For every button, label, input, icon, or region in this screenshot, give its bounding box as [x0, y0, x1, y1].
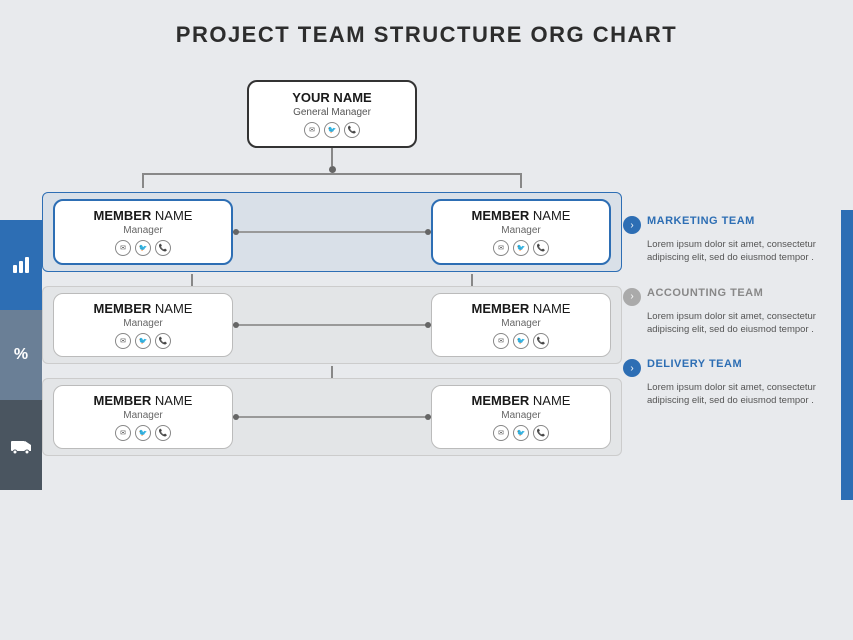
twitter-icon-2l: 🐦: [135, 333, 151, 349]
email-icon-3l: ✉: [115, 425, 131, 441]
delivery-team-desc: Lorem ipsum dolor sit amet, consectetur …: [623, 381, 833, 408]
team-delivery: › DELIVERY TEAM Lorem ipsum dolor sit am…: [623, 358, 833, 408]
accounting-team-desc: Lorem ipsum dolor sit amet, consectetur …: [623, 310, 833, 337]
member-1-right-role: Manager: [443, 225, 599, 236]
phone-icon-2l: 📞: [155, 333, 171, 349]
branch-right-v: [520, 173, 522, 188]
member-3-right-role: Manager: [442, 410, 600, 421]
org-row-1: MEMBER NAME Manager ✉ 🐦 📞 MEMBER NAME Ma…: [42, 192, 622, 272]
top-node-name: YOUR NAME: [261, 90, 403, 105]
h-connector-1: [233, 231, 431, 233]
email-icon-1r: ✉: [493, 240, 509, 256]
member-2-left-role: Manager: [64, 318, 222, 329]
v-line-right-1-2: [471, 274, 473, 286]
org-row-3: MEMBER NAME Manager ✉ 🐦 📞 MEMBER NAME Ma…: [42, 378, 622, 456]
member-node-1-right: MEMBER NAME Manager ✉ 🐦 📞: [431, 199, 611, 265]
top-v-line: [331, 148, 333, 166]
v-line-left-1-2: [191, 274, 193, 286]
member-3-right-name: MEMBER NAME: [442, 393, 600, 408]
chart-container: YOUR NAME General Manager ✉ 🐦 📞: [42, 80, 622, 458]
percent-symbol: %: [14, 346, 28, 364]
twitter-icon-1l: 🐦: [135, 240, 151, 256]
twitter-icon-1r: 🐦: [513, 240, 529, 256]
member-1-right-name: MEMBER NAME: [443, 208, 599, 223]
email-icon-1l: ✉: [115, 240, 131, 256]
h-connector-3: [233, 416, 431, 418]
sidebar-icon-chart: [0, 220, 42, 310]
sidebar-icon-delivery: [0, 400, 42, 490]
phone-icon: 📞: [344, 122, 360, 138]
email-icon-2r: ✉: [493, 333, 509, 349]
member-node-1-left: MEMBER NAME Manager ✉ 🐦 📞: [53, 199, 233, 265]
h-connector-2: [233, 324, 431, 326]
team-marketing-header: › MARKETING TEAM: [623, 215, 833, 234]
member-2-right-icons: ✉ 🐦 📞: [442, 333, 600, 349]
top-h-branch: [142, 173, 522, 188]
team-delivery-header: › DELIVERY TEAM: [623, 358, 833, 377]
twitter-icon-2r: 🐦: [513, 333, 529, 349]
member-3-left-role: Manager: [64, 410, 222, 421]
member-node-2-right: MEMBER NAME Manager ✉ 🐦 📞: [431, 293, 611, 357]
top-node-icons: ✉ 🐦 📞: [261, 122, 403, 138]
v-connector-1-2: [42, 274, 622, 286]
delivery-team-name: DELIVERY TEAM: [647, 358, 742, 370]
org-row-2: MEMBER NAME Manager ✉ 🐦 📞 MEMBER NAME Ma…: [42, 286, 622, 364]
org-row-1-content: MEMBER NAME Manager ✉ 🐦 📞 MEMBER NAME Ma…: [53, 199, 611, 265]
member-node-3-left: MEMBER NAME Manager ✉ 🐦 📞: [53, 385, 233, 449]
v-line-left-2-3: [331, 366, 333, 378]
member-2-right-role: Manager: [442, 318, 600, 329]
twitter-icon: 🐦: [324, 122, 340, 138]
member-3-left-icons: ✉ 🐦 📞: [64, 425, 222, 441]
phone-icon-3r: 📞: [533, 425, 549, 441]
member-1-left-icons: ✉ 🐦 📞: [65, 240, 221, 256]
org-row-3-content: MEMBER NAME Manager ✉ 🐦 📞 MEMBER NAME Ma…: [53, 385, 611, 449]
team-marketing: › MARKETING TEAM Lorem ipsum dolor sit a…: [623, 215, 833, 265]
top-node-role: General Manager: [261, 107, 403, 118]
phone-icon-3l: 📞: [155, 425, 171, 441]
team-accounting-header: › ACCOUNTING TEAM: [623, 287, 833, 306]
twitter-icon-3r: 🐦: [513, 425, 529, 441]
phone-icon-2r: 📞: [533, 333, 549, 349]
branch-right: [520, 173, 522, 188]
org-row-2-content: MEMBER NAME Manager ✉ 🐦 📞 MEMBER NAME Ma…: [53, 293, 611, 357]
top-section: YOUR NAME General Manager ✉ 🐦 📞: [142, 80, 522, 188]
org-rows: MEMBER NAME Manager ✉ 🐦 📞 MEMBER NAME Ma…: [42, 192, 622, 458]
page-title: PROJECT TEAM STRUCTURE ORG CHART: [0, 0, 853, 58]
member-node-2-left: MEMBER NAME Manager ✉ 🐦 📞: [53, 293, 233, 357]
sidebar-icon-percent: %: [0, 310, 42, 400]
phone-icon-1r: 📞: [533, 240, 549, 256]
twitter-icon-3l: 🐦: [135, 425, 151, 441]
top-branch-dot: [329, 166, 336, 173]
member-node-3-right: MEMBER NAME Manager ✉ 🐦 📞: [431, 385, 611, 449]
delivery-arrow-icon: ›: [623, 359, 641, 377]
email-icon-3r: ✉: [493, 425, 509, 441]
email-icon-2l: ✉: [115, 333, 131, 349]
branch-left: [142, 173, 144, 188]
left-sidebar: %: [0, 220, 42, 490]
branch-left-v: [142, 173, 144, 188]
phone-icon-1l: 📞: [155, 240, 171, 256]
right-panel: › MARKETING TEAM Lorem ipsum dolor sit a…: [623, 215, 833, 430]
member-3-left-name: MEMBER NAME: [64, 393, 222, 408]
marketing-team-desc: Lorem ipsum dolor sit amet, consectetur …: [623, 238, 833, 265]
member-2-right-name: MEMBER NAME: [442, 301, 600, 316]
member-3-right-icons: ✉ 🐦 📞: [442, 425, 600, 441]
member-1-right-icons: ✉ 🐦 📞: [443, 240, 599, 256]
marketing-team-name: MARKETING TEAM: [647, 215, 755, 227]
member-2-left-icons: ✉ 🐦 📞: [64, 333, 222, 349]
accounting-arrow-icon: ›: [623, 288, 641, 306]
team-accounting: › ACCOUNTING TEAM Lorem ipsum dolor sit …: [623, 287, 833, 337]
top-node: YOUR NAME General Manager ✉ 🐦 📞: [247, 80, 417, 148]
branch-h-line: [144, 173, 520, 175]
member-1-left-name: MEMBER NAME: [65, 208, 221, 223]
member-2-left-name: MEMBER NAME: [64, 301, 222, 316]
marketing-arrow-icon: ›: [623, 216, 641, 234]
right-sidebar-bar: [841, 210, 853, 500]
v-connector-2-3: [42, 366, 622, 378]
email-icon: ✉: [304, 122, 320, 138]
accounting-team-name: ACCOUNTING TEAM: [647, 287, 763, 299]
member-1-left-role: Manager: [65, 225, 221, 236]
